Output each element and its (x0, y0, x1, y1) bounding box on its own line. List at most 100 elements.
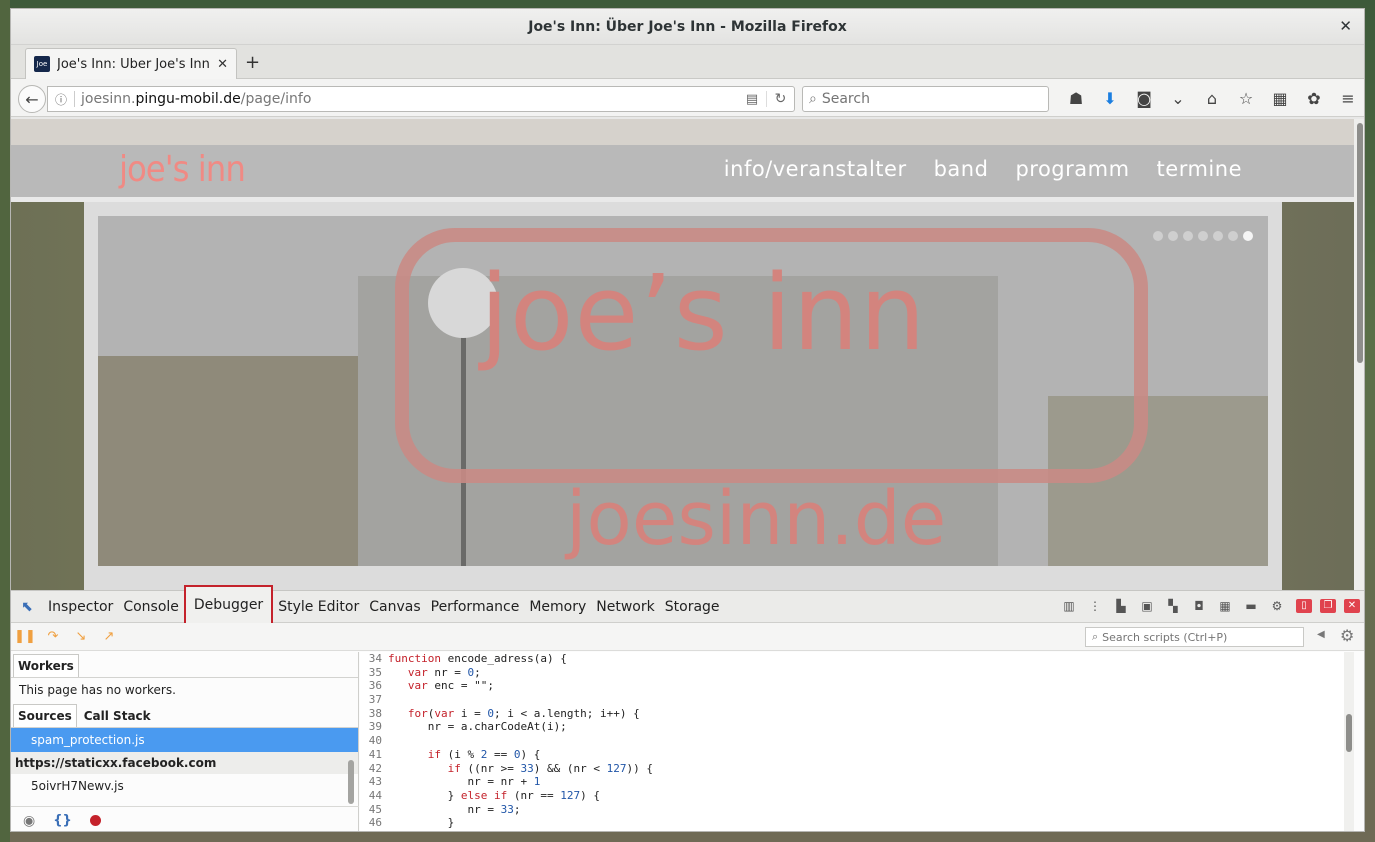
toggle-panes-icon[interactable]: ◀ (1317, 629, 1325, 640)
code-line[interactable]: 47 } else { (360, 830, 1354, 831)
screenshot-icon[interactable]: ◙ (1127, 87, 1161, 111)
nav-programm[interactable]: programm (1015, 157, 1129, 181)
line-number[interactable]: 37 (360, 693, 388, 707)
code-line[interactable]: 46 } (360, 816, 1354, 830)
editor-scrollbar-thumb[interactable] (1346, 714, 1352, 752)
code-line[interactable]: 42 if ((nr >= 33) && (nr < 127)) { (360, 762, 1354, 776)
slider-dot[interactable] (1183, 231, 1193, 241)
slider-dot-active[interactable] (1243, 231, 1253, 241)
code-line[interactable]: 35 var nr = 0; (360, 666, 1354, 680)
search-bar[interactable]: ⌕ (802, 86, 1049, 112)
line-number[interactable]: 39 (360, 720, 388, 734)
tab-network[interactable]: Network (591, 591, 659, 623)
source-facebook-script[interactable]: 5oivrH7Newv.js (11, 774, 358, 798)
step-over-icon[interactable]: ↷ (39, 629, 67, 644)
tab-workers[interactable]: Workers (13, 654, 79, 677)
line-number[interactable]: 35 (360, 666, 388, 680)
settings-icon[interactable]: ⚙ (1266, 597, 1288, 615)
image-slider[interactable]: joe’s inn joesinn.de (98, 216, 1268, 566)
line-number[interactable]: 47 (360, 830, 388, 831)
dock-mode-icon[interactable]: ▥ (1058, 597, 1080, 615)
element-picker-icon[interactable]: ⬉ (11, 599, 43, 615)
slider-dot[interactable] (1198, 231, 1208, 241)
nav-band[interactable]: band (934, 157, 989, 181)
page-scrollbar-thumb[interactable] (1357, 123, 1363, 363)
slider-dot[interactable] (1228, 231, 1238, 241)
tab-storage[interactable]: Storage (660, 591, 725, 623)
pocket-icon[interactable]: ⌄ (1161, 87, 1195, 111)
tab-inspector[interactable]: Inspector (43, 591, 118, 623)
debugger-options-icon[interactable]: ⚙ (1340, 626, 1354, 645)
line-number[interactable]: 45 (360, 803, 388, 817)
line-number[interactable]: 43 (360, 775, 388, 789)
code-line[interactable]: 36 var enc = ""; (360, 679, 1354, 693)
reading-list-icon[interactable]: ▦ (1263, 87, 1297, 111)
url-text[interactable]: joesinn.pingu-mobil.de/page/info (81, 91, 738, 107)
new-tab-button[interactable]: + (245, 52, 260, 73)
reload-icon[interactable]: ↻ (766, 91, 794, 107)
editor-scrollbar[interactable] (1344, 652, 1354, 831)
tab-performance[interactable]: Performance (426, 591, 525, 623)
extension-icon[interactable]: ✿ (1297, 87, 1331, 111)
slider-dot[interactable] (1168, 231, 1178, 241)
code-line[interactable]: 44 } else if (nr == 127) { (360, 789, 1354, 803)
home-icon[interactable]: ⌂ (1195, 87, 1229, 111)
url-bar[interactable]: ⓘ joesinn.pingu-mobil.de/page/info ▤ ↻ (47, 86, 795, 112)
scratchpad-icon[interactable]: ▣ (1136, 597, 1158, 615)
line-number[interactable]: 40 (360, 734, 388, 748)
code-line[interactable]: 37 (360, 693, 1354, 707)
window-close-icon[interactable]: ✕ (1339, 17, 1352, 35)
tab-call-stack[interactable]: Call Stack (79, 704, 156, 727)
code-line[interactable]: 38 for(var i = 0; i < a.length; i++) { (360, 707, 1354, 721)
screenshot-tool-icon[interactable]: ◘ (1188, 597, 1210, 615)
code-editor[interactable]: 34 function encode_adress(a) {35 var nr =… (360, 652, 1354, 831)
bookmark-star-icon[interactable]: ☆ (1229, 87, 1263, 111)
tab-debugger[interactable]: Debugger (183, 584, 274, 625)
source-spam-protection[interactable]: spam_protection.js (11, 728, 358, 752)
reader-view-icon[interactable]: ▤ (738, 92, 766, 107)
nav-termine[interactable]: termine (1157, 157, 1242, 181)
search-input[interactable] (821, 91, 1022, 107)
download-icon[interactable]: ⬇ (1093, 87, 1127, 111)
pause-on-exceptions-icon[interactable] (89, 815, 101, 826)
code-line[interactable]: 45 nr = 33; (360, 803, 1354, 817)
line-number[interactable]: 46 (360, 816, 388, 830)
line-number[interactable]: 44 (360, 789, 388, 803)
tab-sources[interactable]: Sources (13, 704, 77, 727)
line-number[interactable]: 38 (360, 707, 388, 721)
tab-style-editor[interactable]: Style Editor (273, 591, 364, 623)
code-line[interactable]: 43 nr = nr + 1 (360, 775, 1354, 789)
tab-memory[interactable]: Memory (524, 591, 591, 623)
frames-icon[interactable]: ▚ (1162, 597, 1184, 615)
tab-close-icon[interactable]: ✕ (217, 57, 228, 72)
tab-canvas[interactable]: Canvas (364, 591, 425, 623)
page-scrollbar[interactable] (1354, 119, 1364, 590)
devtools-close-icon[interactable]: ✕ (1344, 599, 1360, 613)
browser-tab[interactable]: Joe Joe's Inn: Über Joe's Inn ✕ (25, 48, 237, 79)
measure-icon[interactable]: ▬ (1240, 597, 1262, 615)
slider-dot[interactable] (1153, 231, 1163, 241)
source-group-facebook[interactable]: https://staticxx.facebook.com (11, 752, 358, 774)
back-button[interactable]: ← (18, 85, 46, 113)
line-number[interactable]: 34 (360, 652, 388, 666)
code-line[interactable]: 41 if (i % 2 == 0) { (360, 748, 1354, 762)
split-console-icon[interactable]: ⋮ (1084, 597, 1106, 615)
script-search-input[interactable] (1102, 630, 1293, 644)
code-line[interactable]: 40 (360, 734, 1354, 748)
code-line[interactable]: 34 function encode_adress(a) { (360, 652, 1354, 666)
nav-info-veranstalter[interactable]: info/veranstalter (724, 157, 907, 181)
script-search-box[interactable]: ⌕ (1085, 627, 1304, 647)
line-number[interactable]: 36 (360, 679, 388, 693)
menu-icon[interactable]: ≡ (1331, 87, 1364, 111)
site-logo[interactable]: joe's inn (119, 149, 246, 190)
line-number[interactable]: 41 (360, 748, 388, 762)
code-line[interactable]: 39 nr = a.charCodeAt(i); (360, 720, 1354, 734)
blackbox-eye-icon[interactable]: ◉ (23, 813, 35, 829)
downloads-panel-icon[interactable]: ☗ (1059, 87, 1093, 111)
slider-dot[interactable] (1213, 231, 1223, 241)
dock-window-icon[interactable]: ❐ (1320, 599, 1336, 613)
sources-scrollbar[interactable] (348, 760, 354, 804)
line-number[interactable]: 42 (360, 762, 388, 776)
paint-flashing-icon[interactable]: ▦ (1214, 597, 1236, 615)
dock-side-icon[interactable]: ▯ (1296, 599, 1312, 613)
